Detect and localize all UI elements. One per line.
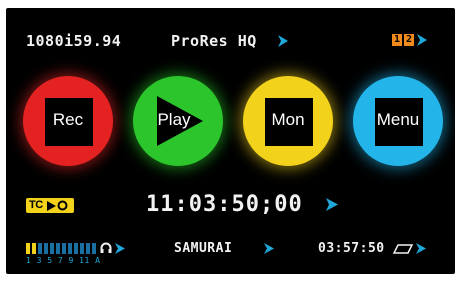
meter-chevron-icon (115, 243, 125, 254)
timecode-circle-icon (57, 200, 68, 211)
recorder-screen: 1080i59.94 ProRes HQ 1 2 Rec Play Mon Me… (6, 8, 455, 274)
meter-bar-11 (86, 243, 90, 254)
disk-icon (393, 244, 413, 254)
meter-bar-12 (92, 243, 96, 254)
timecode-source-button[interactable]: TC (26, 198, 74, 213)
remaining-chevron-icon[interactable] (416, 243, 426, 254)
remaining-time-label[interactable]: 03:57:50 (318, 241, 385, 256)
menu-button-label: Menu (376, 110, 420, 129)
timecode-play-icon (47, 201, 56, 211)
headphones-icon (100, 242, 112, 253)
video-format-label[interactable]: 1080i59.94 (26, 32, 121, 50)
meter-bar-3 (38, 243, 42, 254)
audio-meter[interactable]: 1 3 5 7 9 11 A (26, 242, 126, 265)
rec-button-label: Rec (52, 110, 84, 129)
timecode-badge-label: TC (29, 199, 43, 211)
channel-1-badge: 1 (392, 34, 402, 46)
meter-bar-4 (44, 243, 48, 254)
play-button[interactable]: Play (133, 76, 223, 166)
channel-chevron-icon (417, 34, 427, 46)
meter-channel-labels: 1 3 5 7 9 11 A (26, 256, 101, 265)
meter-bar-1 (26, 243, 30, 254)
meter-bar-7 (62, 243, 66, 254)
meter-bar-2 (32, 243, 36, 254)
codec-chevron-icon[interactable] (278, 35, 288, 47)
meter-bar-8 (68, 243, 72, 254)
meter-bar-9 (74, 243, 78, 254)
mon-button[interactable]: Mon (243, 76, 333, 166)
meter-bar-5 (50, 243, 54, 254)
disk-name-label[interactable]: SAMURAI (174, 241, 232, 256)
timecode-chevron-icon[interactable] (326, 198, 338, 211)
rec-button[interactable]: Rec (23, 76, 113, 166)
mon-button-label: Mon (271, 110, 305, 129)
channel-2-badge: 2 (404, 34, 414, 46)
codec-label[interactable]: ProRes HQ (171, 32, 257, 50)
meter-bar-6 (56, 243, 60, 254)
menu-button[interactable]: Menu (353, 76, 443, 166)
meter-bar-10 (80, 243, 84, 254)
play-button-label: Play (157, 110, 191, 129)
disk-chevron-icon[interactable] (264, 243, 274, 254)
timecode-value[interactable]: 11:03:50;00 (146, 192, 303, 217)
